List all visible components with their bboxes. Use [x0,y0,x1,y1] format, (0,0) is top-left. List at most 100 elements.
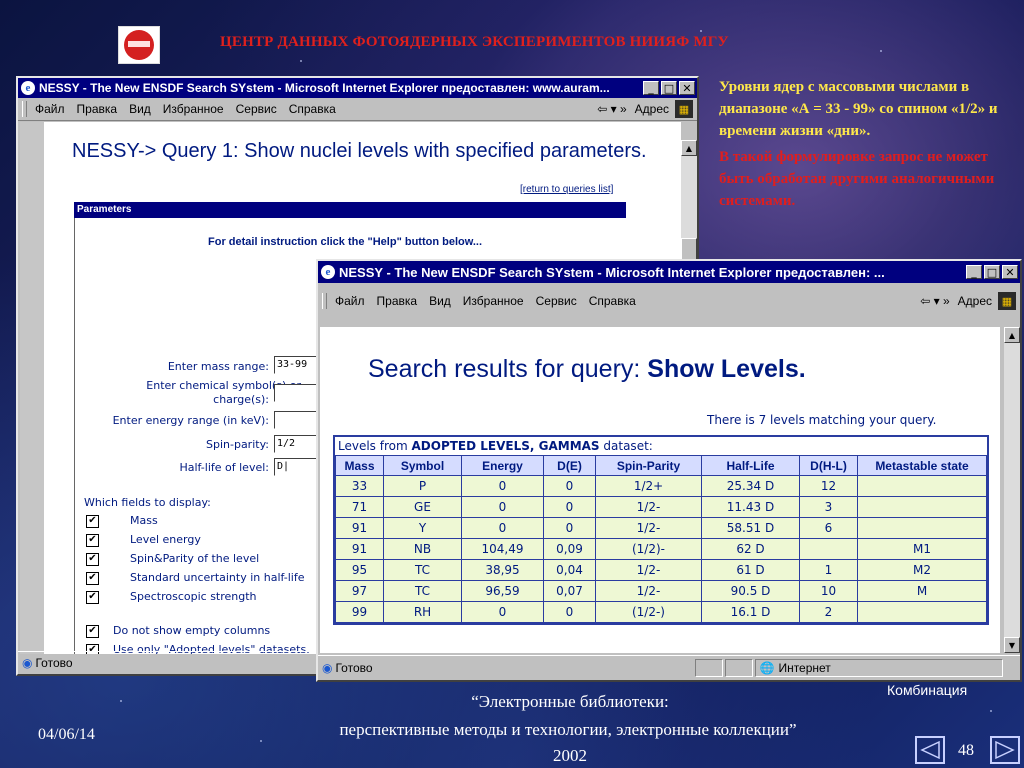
menu-view[interactable]: Вид [129,102,151,116]
ie-logo-icon: e [21,81,35,95]
table-cell: 1/2- [595,496,702,518]
prev-slide-button[interactable] [915,736,945,764]
window-titlebar[interactable]: e NESSY - The New ENSDF Search SYstem - … [18,78,697,98]
dataset-prefix: Levels from [338,439,408,453]
left-gutter [20,122,44,654]
table-cell [857,475,987,497]
menu-file[interactable]: Файл [335,294,365,308]
half-life-label: Half-life of level: [179,461,269,474]
windows-logo-icon: ▦ [998,292,1016,310]
table-cell: M1 [857,538,987,560]
slide-description-block: Уровни ядер с массовыми числами в диапаз… [719,76,1024,212]
table-cell: 0 [543,475,596,497]
scroll-up-icon[interactable]: ▲ [1004,327,1020,343]
toolbar-grip[interactable] [322,293,327,309]
table-row: 91 NB 104,49 0,09 (1/2)- 62 D M1 [335,538,987,560]
col-mass: Mass [335,455,384,476]
menu-tools[interactable]: Сервис [236,102,277,116]
results-browser-window: e NESSY - The New ENSDF Search SYstem - … [316,259,1022,682]
menu-view[interactable]: Вид [429,294,451,308]
table-cell: 96,59 [461,580,544,602]
window-titlebar[interactable]: e NESSY - The New ENSDF Search SYstem - … [318,261,1020,283]
table-cell: 1/2- [595,517,702,539]
internet-zone: 🌐 Интернет [755,659,1004,677]
col-spin-parity: Spin-Parity [595,455,702,476]
table-cell: 0 [543,517,596,539]
address-label[interactable]: Адрес [958,294,992,308]
parameters-header: Parameters [74,202,626,218]
levels-table: Mass Symbol Energy D(E) Spin-Parity Half… [335,455,987,623]
results-count: There is 7 levels matching your query. [707,413,937,427]
table-cell: 0 [543,496,596,518]
table-cell: 1/2+ [595,475,702,497]
table-cell: 91 [335,517,384,539]
toolbar-grip[interactable] [22,101,27,117]
globe-icon: 🌐 [759,661,775,675]
hide-empty-columns-label: Do not show empty columns [113,624,271,637]
scroll-up-icon[interactable]: ▲ [681,140,697,156]
menu-file[interactable]: Файл [35,102,65,116]
minimize-button[interactable]: _ [643,81,659,95]
table-cell: 2 [799,601,858,623]
close-button[interactable]: ✕ [679,81,695,95]
dataset-name: ADOPTED LEVELS, GAMMAS [411,439,600,453]
table-cell [799,538,858,560]
table-cell: 90.5 D [701,580,800,602]
menu-tools[interactable]: Сервис [536,294,577,308]
field-spectroscopic-label: Spectroscopic strength [130,590,257,603]
col-energy: Energy [461,455,544,476]
page-status-icon: ◉ [322,661,333,675]
status-text: Готово [35,656,73,670]
field-uncertainty-checkbox[interactable]: ✔ [86,572,99,585]
next-slide-button[interactable] [990,736,1020,764]
institute-logo [118,26,160,64]
page-status-icon: ◉ [22,656,33,670]
table-cell: 58.51 D [701,517,800,539]
maximize-button[interactable]: □ [661,81,677,95]
close-button[interactable]: ✕ [1002,265,1018,279]
results-title: Search results for query: Show Levels. [368,355,806,384]
field-spectroscopic-checkbox[interactable]: ✔ [86,591,99,604]
dataset-suffix: dataset: [603,439,653,453]
menu-edit[interactable]: Правка [377,294,418,308]
table-cell: 95 [335,559,384,581]
table-cell: TC [383,580,462,602]
status-text: Готово [335,661,373,675]
field-mass-checkbox[interactable]: ✔ [86,515,99,528]
results-query-name: Show Levels. [647,355,806,383]
address-label[interactable]: Адрес [635,102,669,116]
menu-favorites[interactable]: Избранное [163,102,224,116]
zone-text: Интернет [778,661,831,675]
table-row: 33 P 0 0 1/2+ 25.34 D 12 [335,475,987,497]
back-forward-icon[interactable]: ⇦ ▾ » [597,102,626,116]
field-level-energy-checkbox[interactable]: ✔ [86,534,99,547]
col-dhl: D(H-L) [799,455,858,476]
table-cell: 3 [799,496,858,518]
scroll-down-icon[interactable]: ▼ [1004,637,1020,653]
back-forward-icon[interactable]: ⇦ ▾ » [920,294,949,308]
field-spin-parity-checkbox[interactable]: ✔ [86,553,99,566]
hide-empty-columns-checkbox[interactable]: ✔ [86,625,99,638]
table-cell: 99 [335,601,384,623]
table-cell: RH [383,601,462,623]
combination-label: Комбинация [887,682,968,698]
table-cell: 33 [335,475,384,497]
menu-help[interactable]: Справка [589,294,636,308]
table-row: 91 Y 0 0 1/2- 58.51 D6 [335,517,987,539]
vertical-scrollbar[interactable]: ▲ ▼ [1004,327,1020,653]
slide-description: Уровни ядер с массовыми числами в диапаз… [719,79,998,139]
col-symbol: Symbol [383,455,462,476]
menu-favorites[interactable]: Избранное [463,294,524,308]
minimize-button[interactable]: _ [966,265,982,279]
return-to-queries-link[interactable]: [return to queries list] [520,184,613,195]
table-cell: 6 [799,517,858,539]
field-mass-label: Mass [130,514,158,527]
menu-help[interactable]: Справка [289,102,336,116]
next-arrow-icon [995,740,1015,760]
results-content: Search results for query: Show Levels. T… [320,327,1000,653]
table-cell: 0 [461,475,544,497]
menu-edit[interactable]: Правка [77,102,118,116]
table-cell: 0,09 [543,538,596,560]
table-cell: 0 [461,601,544,623]
maximize-button[interactable]: □ [984,265,1000,279]
